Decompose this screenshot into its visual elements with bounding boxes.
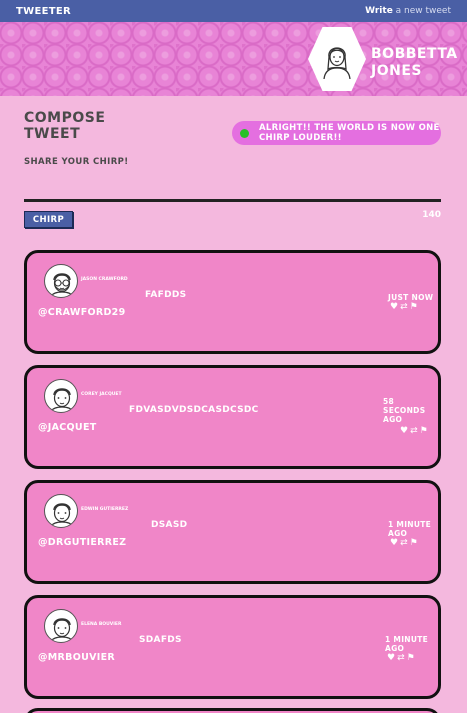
profile-avatar: [308, 27, 366, 91]
tweet-timestamp: JUST NOW: [388, 293, 434, 302]
brand-logo[interactable]: TWEETER: [16, 6, 71, 17]
tweet-card: EDWIN GUTIERREZ @DRGUTIERREZ DSASD 1 MIN…: [24, 480, 441, 584]
status-dot-icon: [240, 128, 249, 138]
tweet-author-name: ELENA BOUVIER: [81, 622, 122, 627]
tweet-text: DSASD: [151, 520, 188, 530]
tweet-actions: ♥ ⇄ ⚑: [390, 538, 418, 548]
chirp-button[interactable]: CHIRP: [24, 211, 73, 228]
tweet-handle: @MRBOUVIER: [38, 652, 115, 663]
heart-icon[interactable]: ♥: [390, 538, 398, 548]
write-new-tweet-link[interactable]: Write a new tweet: [365, 6, 451, 16]
flag-icon[interactable]: ⚑: [420, 426, 428, 436]
heart-icon[interactable]: ♥: [400, 426, 408, 436]
avatar: [44, 494, 78, 528]
char-count: 140: [422, 210, 441, 220]
tweet-author-name: COREY JACQUET: [81, 392, 122, 397]
retweet-icon[interactable]: ⇄: [400, 302, 408, 312]
avatar: [44, 609, 78, 643]
banner-text: ALRIGHT!! THE WORLD IS NOW ONE CHIRP LOU…: [259, 123, 440, 143]
tweet-card: COREY JACQUET @JACQUET FDVASDVDSDCASDCSD…: [24, 365, 441, 469]
profile-name: BOBBETTA JONES: [371, 46, 458, 79]
tweet-actions: ♥ ⇄ ⚑: [387, 653, 415, 663]
tweet-handle: @JACQUET: [38, 422, 97, 433]
tweet-timestamp: 1 MINUTE AGO: [388, 520, 432, 538]
heart-icon[interactable]: ♥: [387, 653, 395, 663]
flag-icon[interactable]: ⚑: [407, 653, 415, 663]
flag-icon[interactable]: ⚑: [410, 538, 418, 548]
tweet-card: JASON CRAWFORD @CRAWFORD29 FAFDDS JUST N…: [24, 250, 441, 354]
tweet-text: FAFDDS: [145, 290, 187, 300]
retweet-icon[interactable]: ⇄: [410, 426, 418, 436]
compose-title: COMPOSE TWEET: [24, 110, 106, 142]
profile-header: BOBBETTA JONES: [0, 22, 467, 96]
tweet-author-name: JASON CRAWFORD: [81, 277, 128, 282]
tweet-timestamp: 1 MINUTE AGO: [385, 635, 429, 653]
tweet-actions: ♥ ⇄ ⚑: [390, 302, 418, 312]
tweet-handle: @DRGUTIERREZ: [38, 537, 127, 548]
top-navbar: TWEETER Write a new tweet: [0, 0, 467, 22]
retweet-icon[interactable]: ⇄: [400, 538, 408, 548]
tweet-timestamp: 58 SECONDS AGO: [383, 397, 426, 424]
avatar: [44, 379, 78, 413]
tweet-card: ELENA BOUVIER @MRBOUVIER SDAFDS 1 MINUTE…: [24, 595, 441, 699]
tweet-actions: ♥ ⇄ ⚑: [400, 426, 428, 436]
write-label: Write: [365, 6, 393, 16]
user-avatar-icon: [323, 47, 351, 79]
write-rest-label: a new tweet: [392, 6, 451, 16]
compose-input-line[interactable]: [24, 199, 441, 202]
tweet-card-partial: [24, 708, 441, 713]
tweet-handle: @CRAWFORD29: [38, 307, 126, 318]
retweet-icon[interactable]: ⇄: [397, 653, 405, 663]
success-banner: ALRIGHT!! THE WORLD IS NOW ONE CHIRP LOU…: [232, 121, 441, 145]
flag-icon[interactable]: ⚑: [410, 302, 418, 312]
heart-icon[interactable]: ♥: [390, 302, 398, 312]
tweet-text: FDVASDVDSDCASDCSDC: [129, 405, 259, 415]
tweet-author-name: EDWIN GUTIERREZ: [81, 507, 129, 512]
tweet-text: SDAFDS: [139, 635, 182, 645]
avatar: [44, 264, 78, 298]
compose-subtitle: SHARE YOUR CHIRP!: [24, 157, 129, 167]
